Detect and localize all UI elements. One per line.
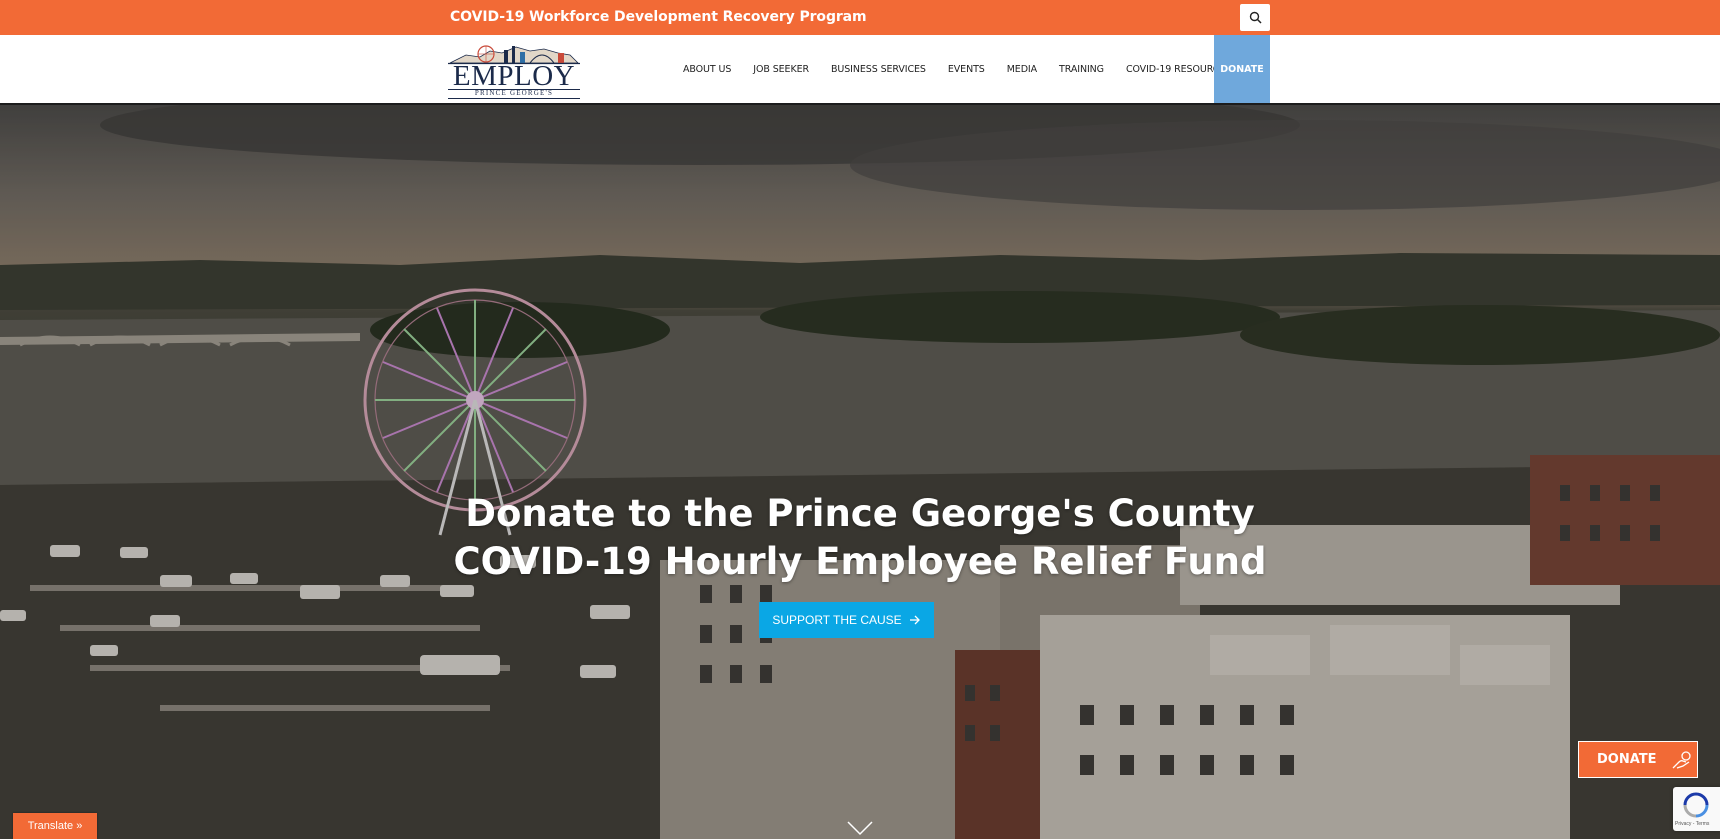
cta-label: SUPPORT THE CAUSE (772, 613, 902, 627)
program-title-link[interactable]: COVID-19 Workforce Development Recovery … (450, 9, 867, 25)
arrow-right-icon (909, 615, 920, 625)
hero-section: Donate to the Prince George's County COV… (0, 105, 1720, 839)
chevron-down-icon[interactable] (846, 820, 874, 838)
hero-dark-overlay (0, 105, 1720, 839)
hero-title-line-2: COVID-19 Hourly Employee Relief Fund (453, 540, 1267, 583)
translate-button[interactable]: Translate » (13, 813, 97, 839)
nav-donate-button[interactable]: DONATE (1214, 35, 1270, 103)
hero-title: Donate to the Prince George's County COV… (360, 490, 1360, 586)
site-header: EMPLOY PRINCE GEORGE'S ABOUT US JOB SEEK… (0, 35, 1720, 105)
recaptcha-privacy-terms[interactable]: Privacy - Terms (1675, 821, 1709, 827)
hand-coin-icon (1672, 750, 1691, 769)
employ-pg-logo[interactable]: EMPLOY PRINCE GEORGE'S (446, 41, 582, 99)
search-icon (1249, 11, 1262, 24)
nav-item-about-us[interactable]: ABOUT US (683, 64, 731, 75)
support-the-cause-button[interactable]: SUPPORT THE CAUSE (759, 602, 934, 638)
logo-subtitle: PRINCE GEORGE'S (474, 89, 554, 97)
nav-item-training[interactable]: TRAINING (1059, 64, 1104, 75)
recaptcha-badge[interactable]: Privacy - Terms (1673, 787, 1720, 831)
hero-title-line-1: Donate to the Prince George's County (465, 492, 1255, 535)
recaptcha-icon (1683, 792, 1709, 818)
top-announcement-bar: COVID-19 Workforce Development Recovery … (0, 0, 1720, 35)
nav-item-events[interactable]: EVENTS (948, 64, 985, 75)
main-nav: ABOUT US JOB SEEKER BUSINESS SERVICES EV… (672, 35, 1242, 103)
floating-donate-label: DONATE (1597, 752, 1657, 767)
floating-donate-button[interactable]: DONATE (1578, 741, 1698, 778)
search-button[interactable] (1240, 4, 1270, 31)
nav-item-business-services[interactable]: BUSINESS SERVICES (831, 64, 926, 75)
nav-item-media[interactable]: MEDIA (1007, 64, 1037, 75)
logo-wordmark: EMPLOY (452, 60, 576, 92)
logo-rule-bottom (448, 98, 580, 99)
nav-item-job-seeker[interactable]: JOB SEEKER (753, 64, 809, 75)
